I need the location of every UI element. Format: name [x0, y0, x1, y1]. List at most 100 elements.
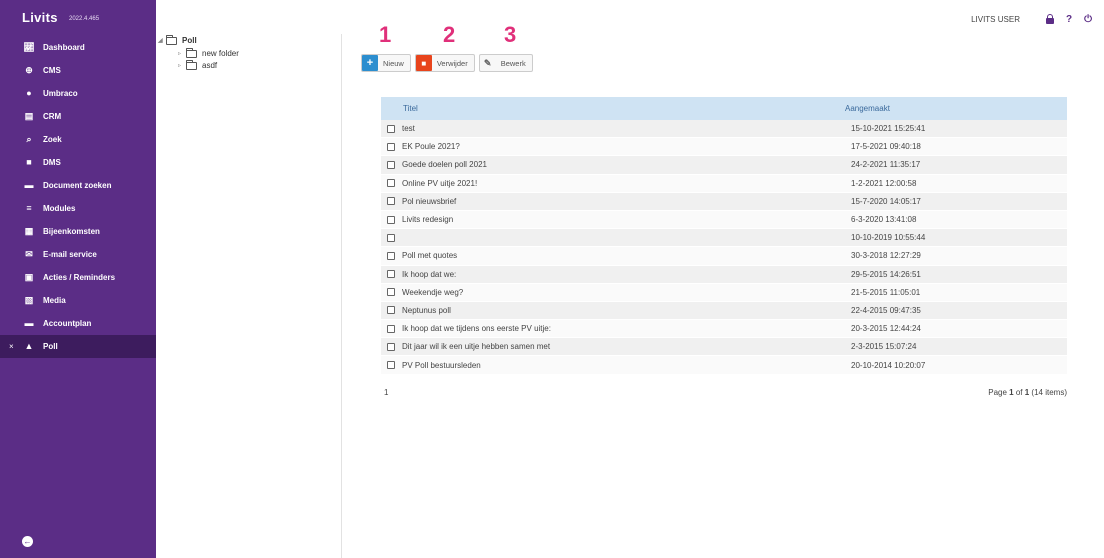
expand-arrow-icon[interactable]: ▹ [178, 62, 186, 69]
close-icon[interactable]: × [9, 342, 14, 351]
media-file-icon: ▧ [24, 295, 34, 305]
tree-node-new-folder[interactable]: ▹ new folder [178, 47, 239, 58]
table-row[interactable]: Goede doelen poll 2021 24-2-2021 11:35:17 [381, 156, 1067, 175]
pencil-icon: ✎ [483, 57, 492, 68]
cell-created: 21-5-2015 11:05:01 [851, 287, 921, 297]
row-checkbox[interactable] [387, 233, 395, 242]
globe-icon: ⊕ [25, 65, 33, 75]
lock-icon[interactable] [1045, 14, 1054, 24]
brand-logo[interactable]: Livits [22, 10, 58, 25]
row-checkbox[interactable] [387, 160, 395, 169]
sidebar-item-zoek[interactable]: ⌕ Zoek [0, 128, 156, 151]
table-row[interactable]: 10-10-2019 10:55:44 [381, 229, 1067, 248]
sidebar-item-label: Document zoeken [43, 181, 112, 190]
row-checkbox[interactable] [387, 270, 395, 279]
cell-title: Neptunus poll [402, 305, 451, 315]
row-checkbox[interactable] [387, 361, 395, 370]
page-summary: Page 1 of 1 (14 items) [988, 388, 1067, 397]
table-row[interactable]: Livits redesign 6-3-2020 13:41:08 [381, 210, 1067, 230]
cell-created: 24-2-2021 11:35:17 [851, 160, 921, 170]
tree-node-root[interactable]: ◢ Poll [158, 34, 197, 45]
sidebar-item-modules[interactable]: ≡ Modules [0, 197, 156, 220]
row-checkbox[interactable] [387, 342, 395, 351]
chart-icon: ▲ [24, 341, 34, 351]
row-checkbox[interactable] [387, 324, 395, 333]
table-row[interactable]: Online PV uitje 2021! 1-2-2021 12:00:58 [381, 174, 1067, 193]
sidebar-item-bijeenkomsten[interactable]: ▦ Bijeenkomsten [0, 220, 156, 243]
cell-title: Goede doelen poll 2021 [402, 160, 487, 170]
expand-arrow-icon[interactable]: ◢ [158, 37, 166, 44]
table-row[interactable]: PV Poll bestuursleden 20-10-2014 10:20:07 [381, 356, 1067, 375]
table-row[interactable]: Poll met quotes 30-3-2018 12:27:29 [381, 247, 1067, 266]
cell-created: 29-5-2015 14:26:51 [851, 269, 921, 279]
row-checkbox[interactable] [387, 251, 395, 260]
cell-title: Weekendje weg? [402, 287, 464, 297]
archive-icon: ▬ [24, 180, 34, 190]
tree-node-label: Poll [182, 36, 197, 45]
cell-title: test [402, 124, 415, 134]
column-header-aangemaakt[interactable]: Aangemaakt [845, 104, 890, 113]
table-row[interactable]: Neptunus poll 22-4-2015 09:47:35 [381, 301, 1067, 321]
sidebar-item-label: Media [43, 296, 66, 305]
expand-arrow-icon[interactable]: ▹ [178, 50, 186, 57]
cell-created: 20-10-2014 10:20:07 [851, 360, 926, 370]
tree-node-asdf[interactable]: ▹ asdf [178, 59, 217, 70]
page-link[interactable]: 1 [381, 388, 388, 397]
sidebar-item-email-service[interactable]: ✉ E-mail service [0, 243, 156, 266]
sidebar-item-document-zoeken[interactable]: ▬ Document zoeken [0, 174, 156, 197]
sidebar-item-media[interactable]: ▧ Media [0, 289, 156, 312]
sidebar-item-label: E-mail service [43, 250, 97, 259]
sidebar-item-accountplan[interactable]: ▬ Accountplan [0, 312, 156, 335]
sidebar-item-poll[interactable]: × ▲ Poll [0, 335, 156, 358]
cell-title: Online PV uitje 2021! [402, 178, 478, 188]
power-icon[interactable]: ⏻ [1084, 14, 1092, 25]
table-row[interactable]: EK Poule 2021? 17-5-2021 09:40:18 [381, 138, 1067, 157]
sidebar-nav: 📈︎ Dashboard ⊕ CMS ● Umbraco ▤ CRM ⌕ Zoe… [0, 36, 156, 358]
file-icon: ■ [26, 157, 32, 167]
cell-created: 15-7-2020 14:05:17 [851, 196, 921, 206]
help-icon[interactable]: ? [1066, 14, 1072, 25]
user-name[interactable]: LIVITS USER [971, 15, 1020, 24]
poll-table: Titel Aangemaakt test 15-10-2021 15:25:41… [381, 97, 1067, 375]
delete-button-label: Verwijder [436, 58, 468, 68]
sidebar-item-dashboard[interactable]: 📈︎ Dashboard [0, 36, 156, 59]
sidebar-item-cms[interactable]: ⊕ CMS [0, 59, 156, 82]
row-checkbox[interactable] [387, 215, 395, 224]
row-checkbox[interactable] [387, 124, 395, 133]
cell-title: Ik hoop dat we: [402, 269, 457, 279]
sidebar-item-dms[interactable]: ■ DMS [0, 151, 156, 174]
table-row[interactable]: test 15-10-2021 15:25:41 [381, 120, 1067, 139]
table-row[interactable]: Ik hoop dat we tijdens ons eerste PV uit… [381, 320, 1067, 339]
table-row[interactable]: Dit jaar wil ik een uitje hebben samen m… [381, 338, 1067, 357]
cell-created: 22-4-2015 09:47:35 [851, 305, 921, 315]
row-checkbox[interactable] [387, 197, 395, 206]
row-checkbox[interactable] [387, 288, 395, 297]
cell-created: 30-3-2018 12:27:29 [851, 251, 921, 261]
annotation-1: 1 [379, 22, 392, 47]
sidebar-item-label: Bijeenkomsten [43, 227, 100, 236]
sidebar-item-label: Dashboard [43, 43, 85, 52]
cell-title: PV Poll bestuursleden [402, 360, 481, 370]
mail-icon: ✉ [25, 249, 33, 259]
collapse-sidebar-icon[interactable]: ← [22, 536, 33, 547]
row-checkbox[interactable] [387, 306, 395, 315]
sidebar-item-acties-reminders[interactable]: ▣ Acties / Reminders [0, 266, 156, 289]
sidebar-item-umbraco[interactable]: ● Umbraco [0, 82, 156, 105]
row-checkbox[interactable] [387, 142, 395, 151]
user-bar: LIVITS USER ? ⏻ [971, 14, 1092, 25]
cell-created: 1-2-2021 12:00:58 [851, 178, 917, 188]
sidebar-item-crm[interactable]: ▤ CRM [0, 105, 156, 128]
cell-title: Ik hoop dat we tijdens ons eerste PV uit… [402, 324, 551, 334]
circle-icon: ● [26, 88, 32, 98]
column-header-titel[interactable]: Titel [381, 104, 845, 113]
edit-button[interactable]: ✎ Bewerk [478, 54, 533, 72]
search-icon: ⌕ [26, 134, 32, 144]
table-row[interactable]: Ik hoop dat we: 29-5-2015 14:26:51 [381, 265, 1067, 284]
table-row[interactable]: Pol nieuwsbrief 15-7-2020 14:05:17 [381, 192, 1067, 211]
new-button[interactable]: + Nieuw [361, 54, 411, 72]
delete-button[interactable]: ■ Verwijder [414, 54, 475, 72]
table-row[interactable]: Weekendje weg? 21-5-2015 11:05:01 [381, 283, 1067, 302]
cell-created: 17-5-2021 09:40:18 [851, 142, 921, 152]
annotation-3: 3 [504, 22, 517, 47]
row-checkbox[interactable] [387, 179, 395, 188]
